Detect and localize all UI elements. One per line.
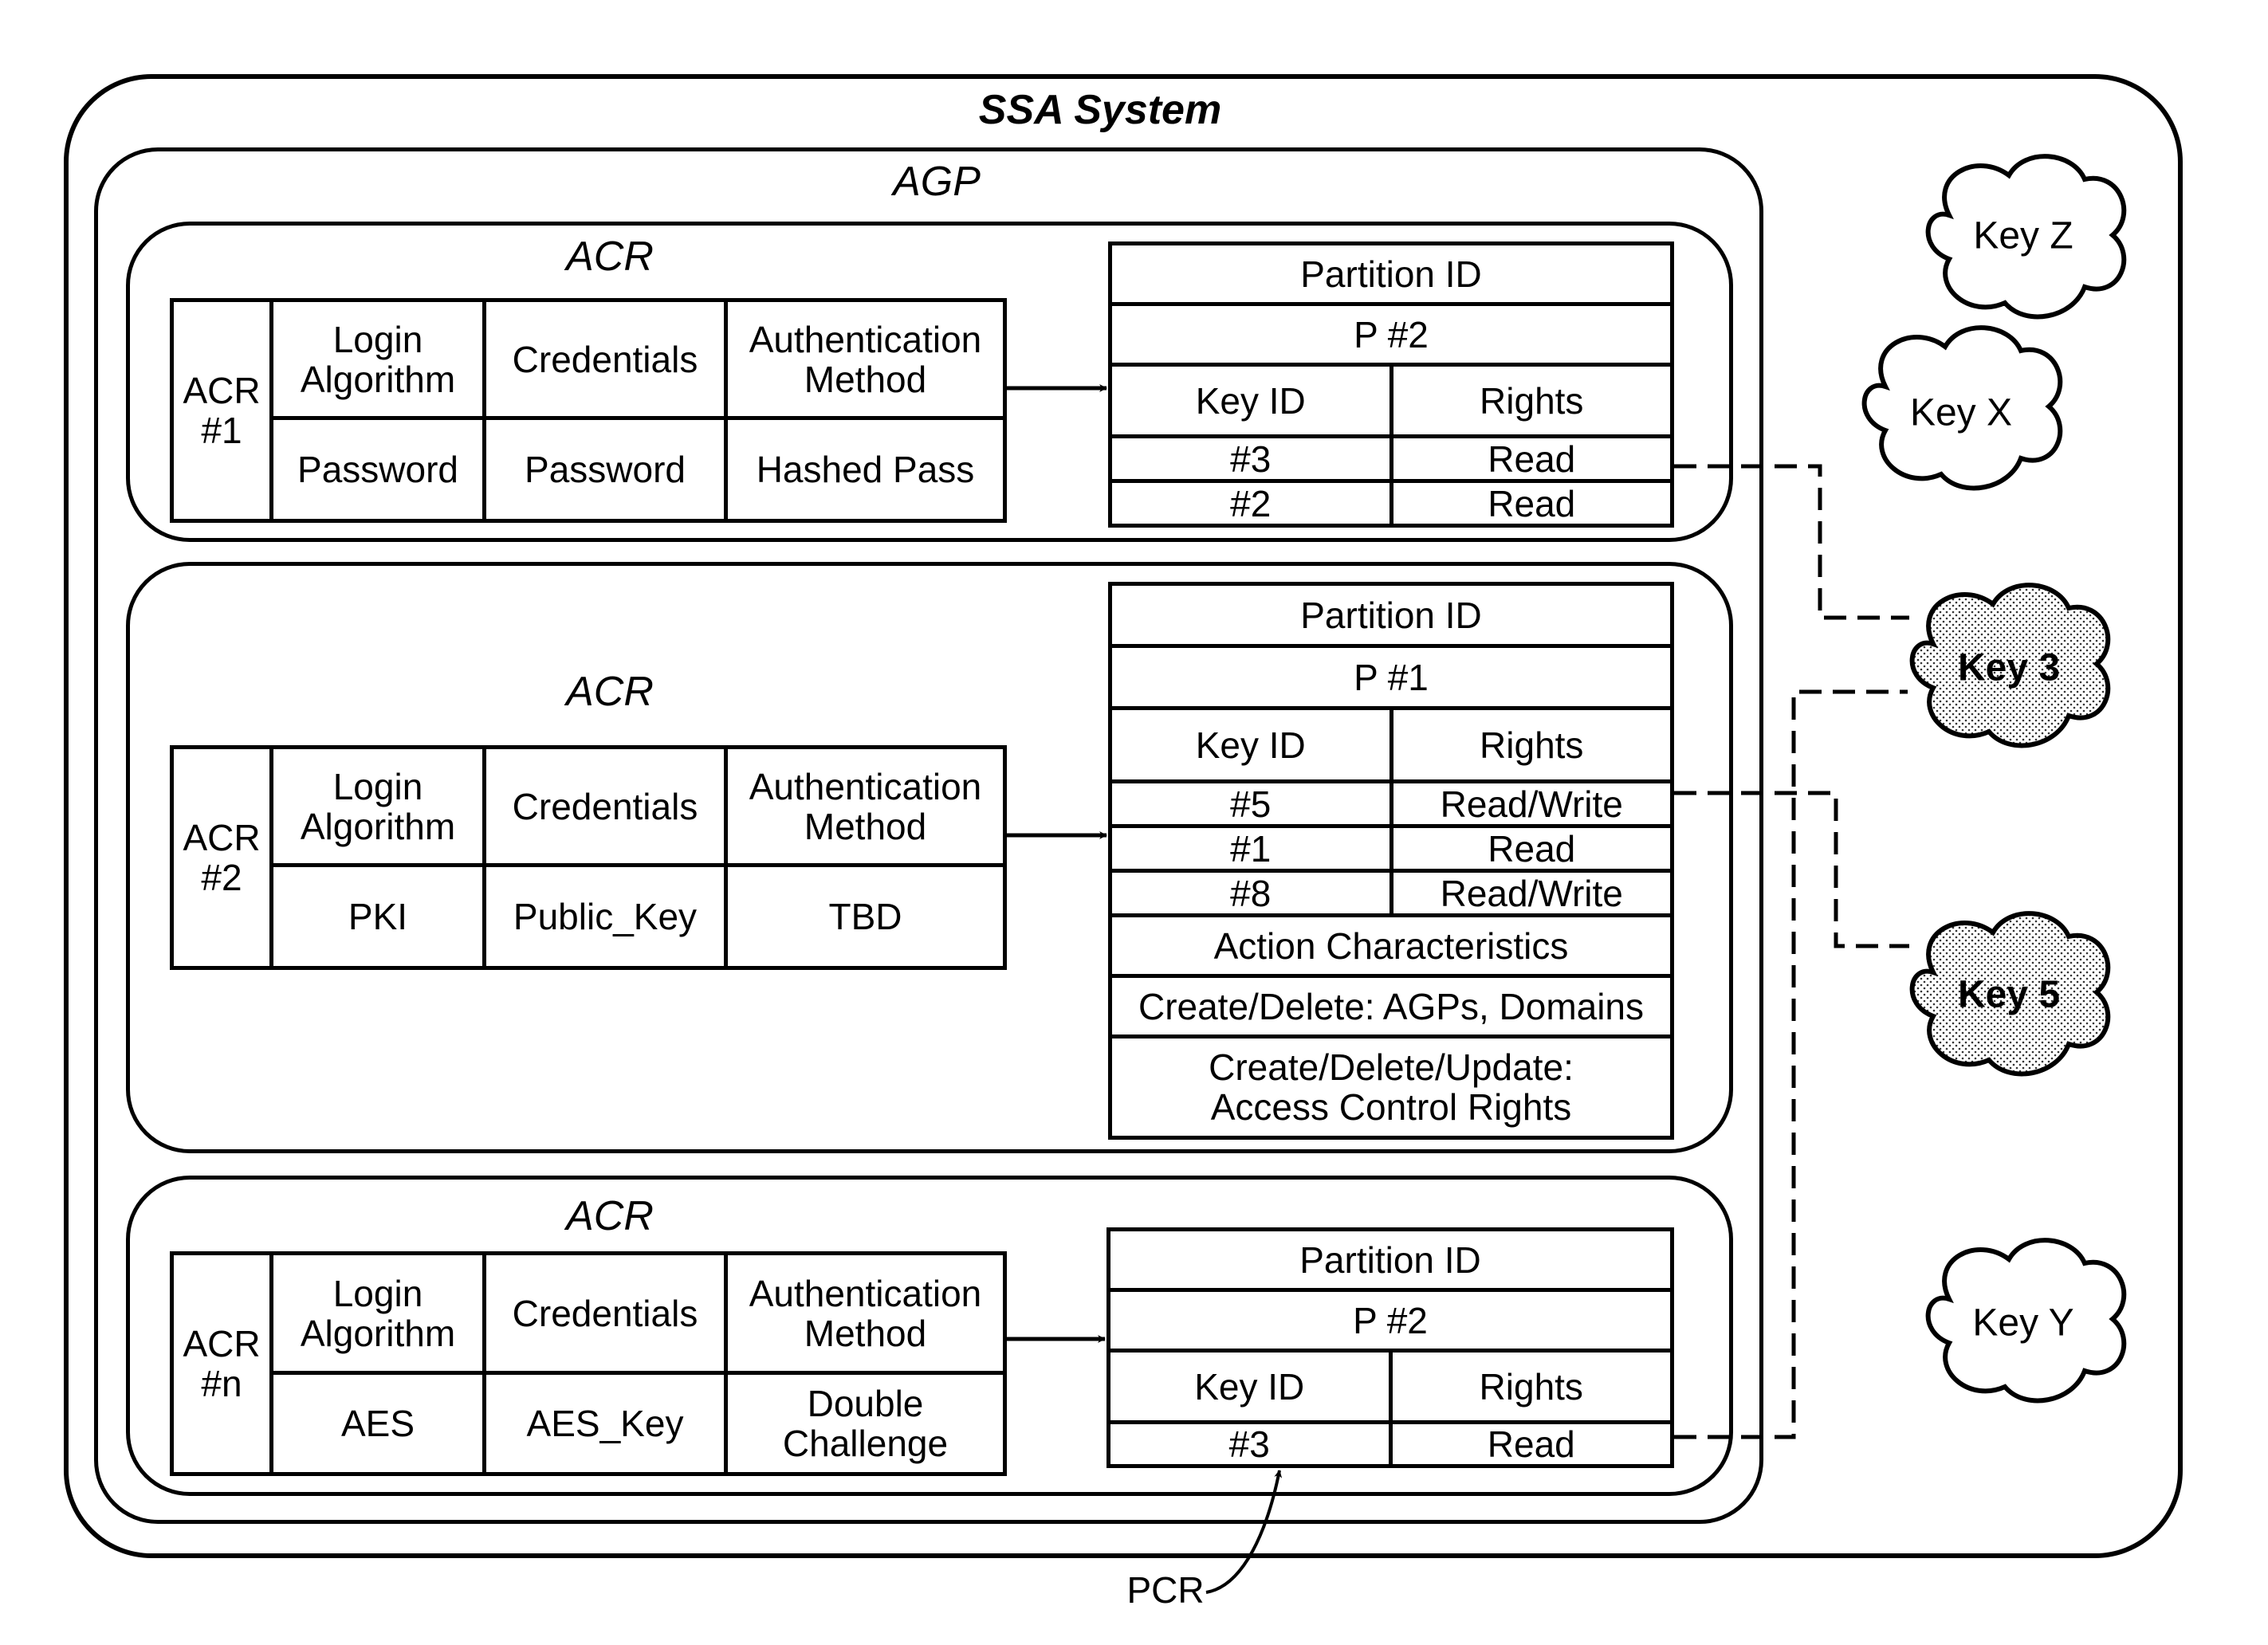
- partition-header: Partition ID: [1108, 582, 1674, 648]
- header-credentials: Credentials: [482, 1251, 728, 1375]
- header-credentials: Credentials: [482, 298, 728, 420]
- rights-cell: Read/Write: [1389, 779, 1674, 828]
- key-id-cell: #5: [1108, 779, 1393, 828]
- value-authentication-method: Hashed Pass: [724, 416, 1007, 523]
- pcr-table-n: Partition ID P #2 Key ID Rights #3 Read: [1106, 1227, 1674, 1468]
- value-credentials: Public_Key: [482, 863, 728, 970]
- partition-id: P #2: [1106, 1288, 1674, 1353]
- partition-header: Partition ID: [1108, 241, 1674, 306]
- ssa-system-title: SSA System: [978, 87, 1222, 133]
- rights-header: Rights: [1388, 1349, 1674, 1424]
- agp-label: AGP: [893, 159, 981, 205]
- rights-cell: Read: [1389, 824, 1674, 873]
- rights-cell: Read/Write: [1389, 869, 1674, 917]
- header-credentials: Credentials: [482, 745, 728, 867]
- key-5-label: Key 5: [1957, 973, 2061, 1016]
- acr-label-2: ACR: [566, 669, 654, 715]
- header-authentication-method: Authentication Method: [724, 298, 1007, 420]
- key-z-label: Key Z: [1973, 214, 2073, 257]
- action-item: Create/Delete: AGPs, Domains: [1108, 974, 1674, 1038]
- key-id-header: Key ID: [1108, 363, 1393, 438]
- acr-table-2: ACR #2 Login Algorithm Credentials Authe…: [170, 745, 1007, 970]
- key-id-cell: #8: [1108, 869, 1393, 917]
- rights-cell: Read: [1389, 479, 1674, 528]
- header-authentication-method: Authentication Method: [724, 745, 1007, 867]
- acr-id-1: ACR #1: [170, 298, 273, 523]
- value-login-algorithm: Password: [269, 416, 486, 523]
- value-credentials: AES_Key: [482, 1371, 728, 1476]
- action-item: Create/Delete/Update: Access Control Rig…: [1108, 1035, 1674, 1140]
- key-id-cell: #3: [1108, 434, 1393, 483]
- value-credentials: Password: [482, 416, 728, 523]
- partition-id: P #2: [1108, 302, 1674, 367]
- acr-table-n: ACR #n Login Algorithm Credentials Authe…: [170, 1251, 1007, 1476]
- key-id-header: Key ID: [1106, 1349, 1393, 1424]
- acr-table-1: ACR #1 Login Algorithm Credentials Authe…: [170, 298, 1007, 523]
- pcr-table-2: Partition ID P #1 Key ID Rights #5 Read/…: [1108, 582, 1674, 1140]
- partition-header: Partition ID: [1106, 1227, 1674, 1292]
- pcr-table-1: Partition ID P #2 Key ID Rights #3 Read …: [1108, 241, 1674, 528]
- acr-id-n: ACR #n: [170, 1251, 273, 1476]
- key-3-label: Key 3: [1957, 646, 2061, 689]
- value-login-algorithm: PKI: [269, 863, 486, 970]
- pcr-callout-label: PCR: [1126, 1569, 1205, 1611]
- value-authentication-method: TBD: [724, 863, 1007, 970]
- acr-label-1: ACR: [566, 234, 654, 280]
- value-authentication-method: Double Challenge: [724, 1371, 1007, 1476]
- key-y-label: Key Y: [1972, 1301, 2074, 1345]
- key-id-header: Key ID: [1108, 706, 1393, 783]
- rights-cell: Read: [1388, 1420, 1674, 1468]
- header-authentication-method: Authentication Method: [724, 1251, 1007, 1375]
- rights-cell: Read: [1389, 434, 1674, 483]
- rights-header: Rights: [1389, 706, 1674, 783]
- key-id-cell: #1: [1108, 824, 1393, 873]
- header-login-algorithm: Login Algorithm: [269, 298, 486, 420]
- key-id-cell: #3: [1106, 1420, 1393, 1468]
- header-login-algorithm: Login Algorithm: [269, 745, 486, 867]
- key-id-cell: #2: [1108, 479, 1393, 528]
- partition-id: P #1: [1108, 644, 1674, 710]
- acr-label-n: ACR: [566, 1193, 654, 1239]
- key-x-label: Key X: [1909, 391, 2013, 434]
- acr-id-2: ACR #2: [170, 745, 273, 970]
- action-characteristics-header: Action Characteristics: [1108, 913, 1674, 978]
- value-login-algorithm: AES: [269, 1371, 486, 1476]
- header-login-algorithm: Login Algorithm: [269, 1251, 486, 1375]
- rights-header: Rights: [1389, 363, 1674, 438]
